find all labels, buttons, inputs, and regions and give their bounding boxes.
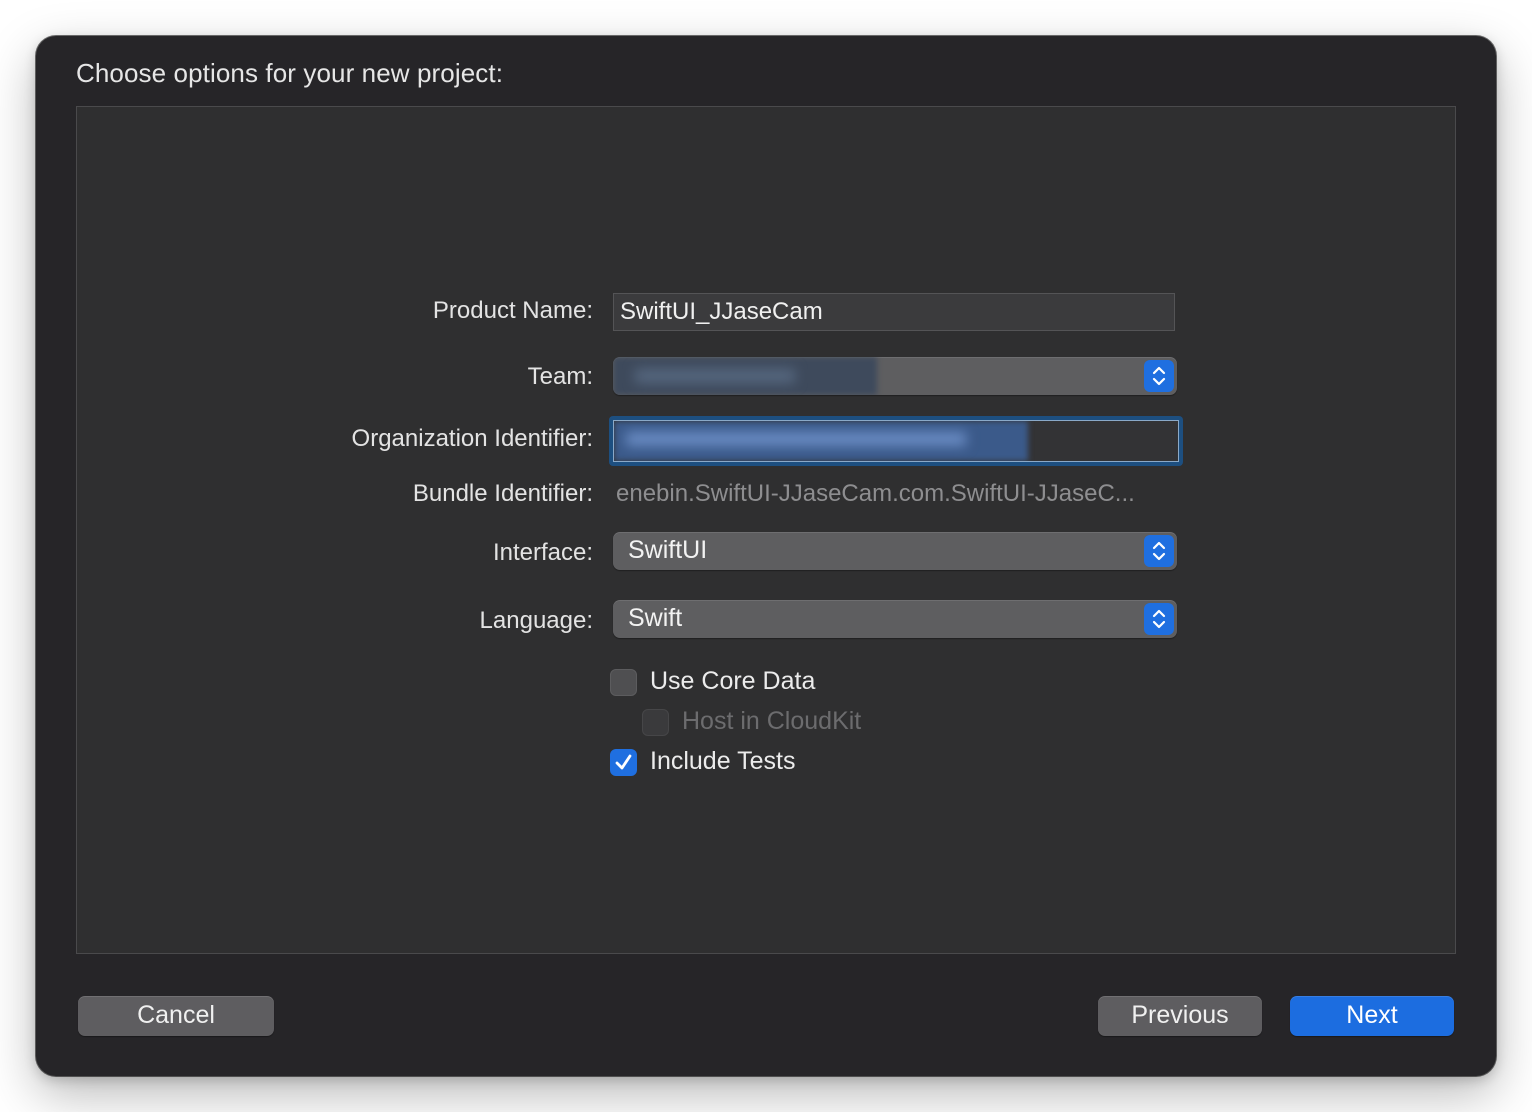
team-label: Team: [527,363,593,390]
use-core-data-label[interactable]: Use Core Data [650,667,815,696]
previous-button[interactable]: Previous [1098,996,1262,1036]
host-in-cloudkit-label: Host in CloudKit [682,707,862,735]
host-in-cloudkit-checkbox [642,709,669,736]
bundle-identifier-value: enebin.SwiftUI-JJaseCam.com.SwiftUI-JJas… [616,480,1135,507]
team-stepper[interactable] [1144,360,1174,392]
include-tests-checkbox[interactable] [610,749,637,776]
chevron-updown-icon [1152,366,1166,386]
interface-popup[interactable]: SwiftUI [613,532,1177,570]
interface-label: Interface: [492,539,593,566]
dialog-heading: Choose options for your new project: [76,58,504,88]
organization-identifier-field[interactable] [613,420,1179,462]
organization-identifier-focus-ring [609,416,1183,466]
language-value: Swift [628,604,683,632]
chevron-updown-icon [1152,609,1166,629]
product-name-field[interactable]: SwiftUI_JJaseCam [613,293,1175,331]
team-redacted-text [635,369,795,383]
options-panel: Product Name: SwiftUI_JJaseCam Team: Org… [76,106,1456,954]
checkmark-icon [615,754,632,770]
interface-stepper[interactable] [1144,535,1174,567]
language-stepper[interactable] [1144,603,1174,635]
language-label: Language: [479,607,593,634]
interface-value: SwiftUI [628,536,708,564]
product-name-label: Product Name: [432,297,593,324]
bundle-identifier-label: Bundle Identifier: [412,480,593,507]
next-button[interactable]: Next [1290,996,1454,1036]
chevron-updown-icon [1152,541,1166,561]
new-project-dialog: Choose options for your new project: Pro… [36,36,1496,1076]
org-redacted-text [626,432,966,446]
language-popup[interactable]: Swift [613,600,1177,638]
cancel-button[interactable]: Cancel [78,996,274,1036]
organization-identifier-label: Organization Identifier: [351,425,593,452]
include-tests-label[interactable]: Include Tests [650,747,795,776]
use-core-data-checkbox[interactable] [610,669,637,696]
team-popup[interactable] [613,357,1177,395]
